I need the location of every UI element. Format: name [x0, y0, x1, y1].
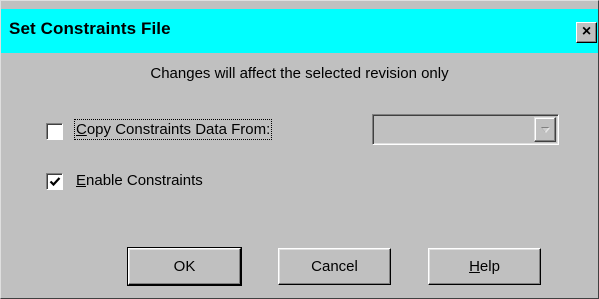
copy-constraints-checkbox[interactable]: [46, 123, 63, 140]
close-icon: ×: [581, 23, 592, 40]
copy-constraints-label[interactable]: Copy Constraints Data From:: [73, 119, 273, 140]
dialog-title: Set Constraints File: [9, 19, 171, 38]
checkmark-icon: [49, 177, 61, 187]
title-bar[interactable]: Set Constraints File ×: [1, 9, 598, 53]
chevron-down-icon: [541, 127, 550, 133]
set-constraints-dialog: Set Constraints File × Changes will affe…: [0, 0, 599, 299]
enable-constraints-checkbox[interactable]: [46, 173, 63, 190]
ok-button[interactable]: OK: [127, 247, 242, 286]
info-message: Changes will affect the selected revisio…: [150, 65, 449, 82]
close-button[interactable]: ×: [576, 22, 597, 43]
copy-source-select[interactable]: [372, 114, 559, 145]
dropdown-arrow-button[interactable]: [534, 117, 556, 142]
cancel-button[interactable]: Cancel: [278, 248, 391, 285]
help-button[interactable]: Help: [428, 248, 541, 285]
enable-constraints-label[interactable]: Enable Constraints: [76, 172, 203, 189]
